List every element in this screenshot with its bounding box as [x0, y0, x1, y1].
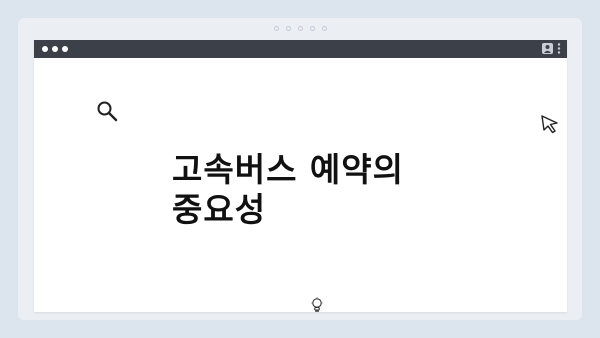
pagination-dot: [321, 26, 327, 31]
search-icon: [97, 101, 118, 122]
page-title: 고속버스 예약의 중요성: [172, 150, 404, 230]
pagination-dot: [309, 26, 315, 31]
lightbulb-icon: [311, 297, 323, 312]
window-control-dot[interactable]: [52, 46, 58, 52]
pagination-dot: [273, 26, 279, 31]
title-line-1: 고속버스 예약의: [172, 150, 405, 189]
window-control-dot[interactable]: [42, 46, 48, 52]
kebab-menu-icon[interactable]: [557, 43, 561, 54]
browser-window: 고속버스 예약의 중요성: [34, 40, 567, 312]
pagination-dot: [285, 26, 291, 31]
cursor-icon: [541, 115, 558, 134]
slide-frame: 고속버스 예약의 중요성: [18, 18, 582, 320]
pagination-dots: [18, 26, 582, 31]
window-control-dot[interactable]: [62, 46, 68, 52]
titlebar-actions: [542, 43, 561, 54]
window-controls: [42, 46, 68, 52]
pagination-dot: [297, 26, 303, 31]
title-line-2: 중요성: [172, 190, 267, 229]
user-icon[interactable]: [542, 43, 553, 54]
window-titlebar: [34, 40, 567, 58]
